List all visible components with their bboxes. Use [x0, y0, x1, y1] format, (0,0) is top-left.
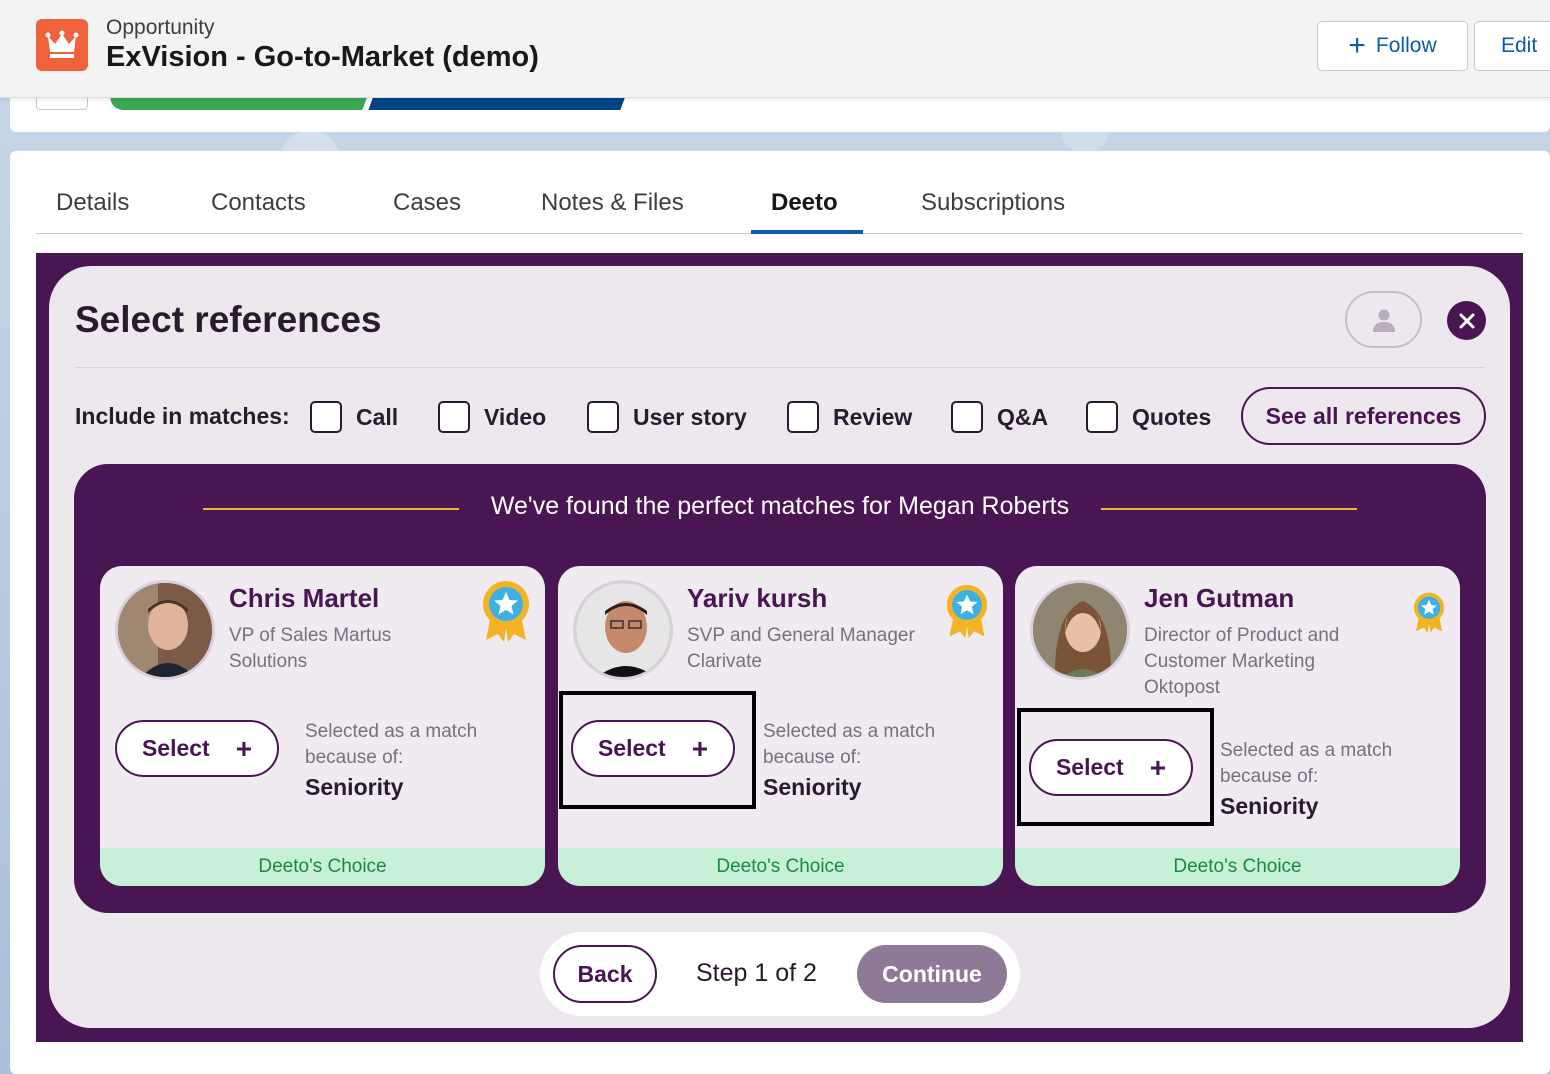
filters-label: Include in matches: — [75, 403, 290, 429]
highlight-box — [559, 691, 756, 809]
filter-user-story[interactable]: User story — [587, 401, 747, 433]
avatar — [573, 580, 673, 680]
see-all-references-button[interactable]: See all references — [1241, 387, 1486, 445]
deetos-choice-bar: Deeto's Choice — [558, 848, 1003, 886]
wizard-footer: Back Step 1 of 2 Continue — [540, 932, 1020, 1016]
select-reference-button[interactable]: Select + — [115, 720, 279, 777]
filter-review[interactable]: Review — [787, 401, 912, 433]
filter-quotes[interactable]: Quotes — [1086, 401, 1211, 433]
step-indicator: Step 1 of 2 — [696, 959, 817, 987]
avatar — [1030, 580, 1130, 680]
deeto-app-frame: Select references Include in matches: Ca… — [36, 253, 1523, 1042]
plus-icon: + — [235, 732, 253, 764]
profile-button[interactable] — [1345, 291, 1422, 348]
checkbox[interactable] — [587, 401, 619, 433]
filter-label: Review — [833, 403, 913, 430]
tab-deeto[interactable]: Deeto — [771, 189, 838, 217]
tab-cases[interactable]: Cases — [393, 189, 461, 217]
reference-name: Yariv kursh — [687, 583, 828, 613]
active-tab-indicator — [751, 230, 863, 234]
filter-video[interactable]: Video — [438, 401, 546, 433]
filter-label: Video — [484, 403, 547, 430]
close-icon — [1459, 313, 1474, 328]
follow-button[interactable]: + Follow — [1317, 21, 1468, 71]
checkbox[interactable] — [787, 401, 819, 433]
record-header: Opportunity ExVision - Go-to-Market (dem… — [0, 0, 1550, 98]
tab-contacts[interactable]: Contacts — [211, 189, 306, 217]
match-reason-label: Selected as a match because of: — [305, 721, 478, 768]
deetos-choice-bar: Deeto's Choice — [1015, 848, 1460, 886]
match-reason-value: Seniority — [305, 774, 404, 800]
award-ribbon-icon — [482, 580, 530, 649]
deetos-choice-bar: Deeto's Choice — [100, 848, 545, 886]
edit-button[interactable]: Edit — [1474, 21, 1550, 71]
checkbox[interactable] — [951, 401, 983, 433]
plus-icon: + — [1348, 29, 1366, 62]
object-type-label: Opportunity — [106, 16, 215, 39]
filter-label: Quotes — [1132, 403, 1212, 430]
panel-title: Select references — [75, 299, 382, 340]
matches-section: We've found the perfect matches for Mega… — [74, 464, 1486, 913]
tab-details[interactable]: Details — [56, 189, 129, 217]
record-title: ExVision - Go-to-Market (demo) — [106, 41, 539, 73]
checkbox[interactable] — [438, 401, 470, 433]
main-content-card: Details Contacts Cases Notes & Files Dee… — [10, 151, 1550, 1074]
award-ribbon-icon — [946, 584, 988, 645]
reference-card: Chris Martel VP of Sales Martus Solution… — [100, 566, 545, 886]
reference-role: SVP and General Manager Clarivate — [687, 625, 915, 672]
match-reason-value: Seniority — [763, 774, 862, 800]
checkbox[interactable] — [1086, 401, 1118, 433]
avatar — [115, 580, 215, 680]
follow-button-label: Follow — [1375, 34, 1437, 57]
filter-label: Call — [356, 403, 399, 430]
close-button[interactable] — [1447, 301, 1486, 340]
match-reason-label: Selected as a match because of: — [763, 721, 936, 768]
match-reason-value: Seniority — [1220, 793, 1319, 819]
reference-name: Jen Gutman — [1144, 583, 1295, 613]
continue-button[interactable]: Continue — [857, 945, 1007, 1003]
filter-label: User story — [633, 403, 747, 430]
reference-role: Director of Product and Customer Marketi… — [1144, 625, 1340, 698]
award-ribbon-icon — [1413, 592, 1445, 639]
panel-divider — [75, 367, 1485, 368]
filter-qa[interactable]: Q&A — [951, 401, 1048, 433]
tab-subscriptions[interactable]: Subscriptions — [921, 189, 1065, 217]
person-icon — [1372, 309, 1395, 332]
highlight-box — [1017, 708, 1214, 826]
edit-button-label: Edit — [1501, 34, 1538, 57]
match-reason-label: Selected as a match because of: — [1220, 740, 1393, 787]
back-button[interactable]: Back — [553, 945, 657, 1003]
filter-call[interactable]: Call — [310, 401, 398, 433]
reference-role: VP of Sales Martus Solutions — [229, 625, 392, 672]
checkbox[interactable] — [310, 401, 342, 433]
reference-name: Chris Martel — [229, 583, 380, 613]
filter-label: Q&A — [997, 403, 1049, 430]
matches-heading: We've found the perfect matches for Mega… — [490, 492, 1070, 520]
tab-notes-files[interactable]: Notes & Files — [541, 189, 684, 217]
select-references-panel: Select references Include in matches: Ca… — [49, 266, 1510, 1028]
opportunity-crown-icon — [36, 19, 88, 71]
record-tabs: Details Contacts Cases Notes & Files Dee… — [36, 151, 1523, 234]
